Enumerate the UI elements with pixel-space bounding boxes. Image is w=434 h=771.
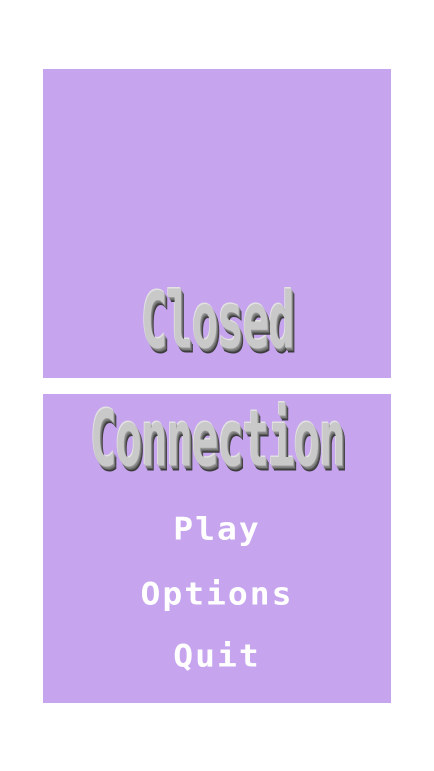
main-menu-screen: Closed Connection Play Options Quit [0,0,434,771]
game-title-line-2: Connection [89,392,346,484]
quit-button[interactable]: Quit [0,637,434,675]
game-title-line-1: Closed [140,274,295,366]
play-button[interactable]: Play [0,510,434,548]
options-button[interactable]: Options [0,575,434,613]
